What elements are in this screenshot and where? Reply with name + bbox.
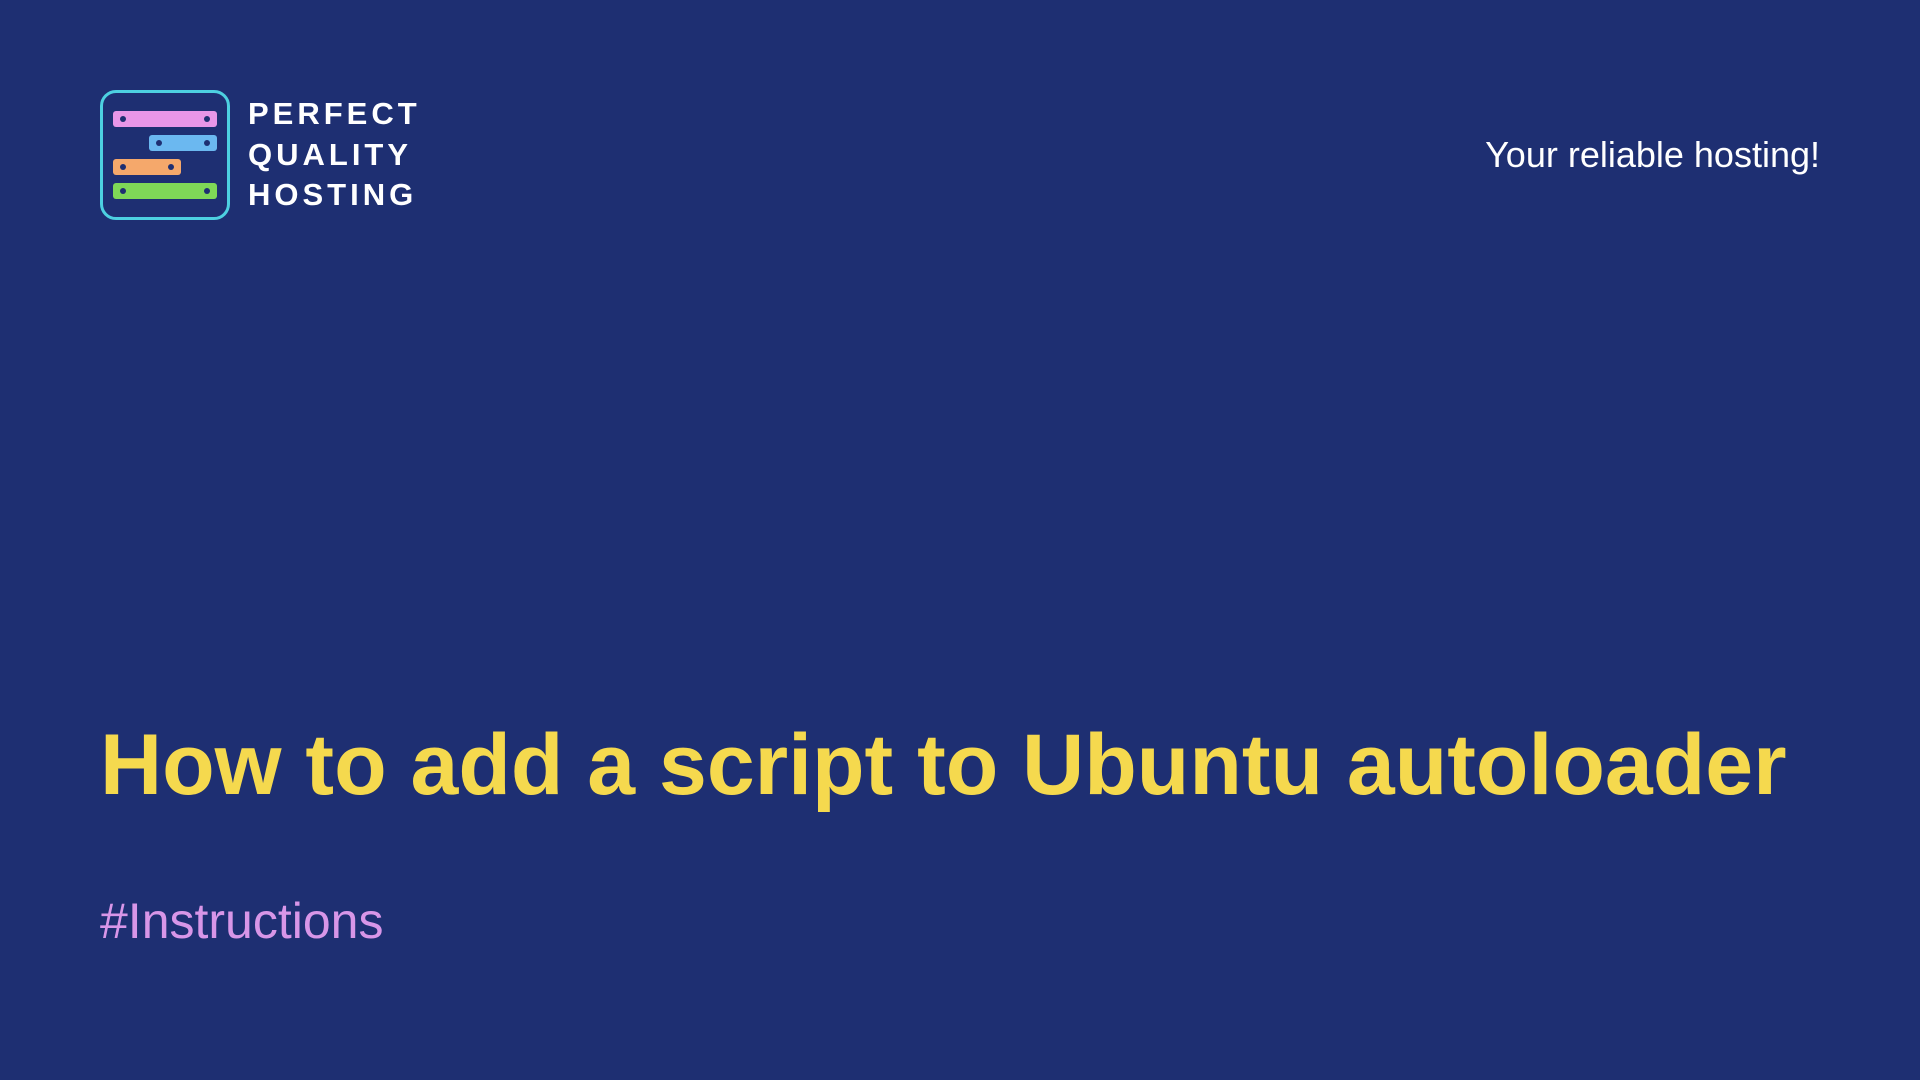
server-bar-icon (113, 183, 217, 199)
logo-icon (100, 90, 230, 220)
logo: PERFECT QUALITY HOSTING (100, 90, 421, 220)
logo-line-1: PERFECT (248, 95, 421, 134)
header: PERFECT QUALITY HOSTING Your reliable ho… (0, 0, 1920, 220)
logo-line-3: HOSTING (248, 176, 421, 215)
page-title: How to add a script to Ubuntu autoloader (100, 714, 1787, 817)
logo-line-2: QUALITY (248, 136, 421, 175)
content: How to add a script to Ubuntu autoloader… (0, 714, 1887, 950)
server-bar-icon (149, 135, 217, 151)
server-bar-icon (113, 111, 217, 127)
tagline: Your reliable hosting! (1485, 134, 1820, 176)
server-bar-icon (113, 159, 181, 175)
category-tag: #Instructions (100, 892, 1787, 950)
logo-text: PERFECT QUALITY HOSTING (248, 95, 421, 215)
